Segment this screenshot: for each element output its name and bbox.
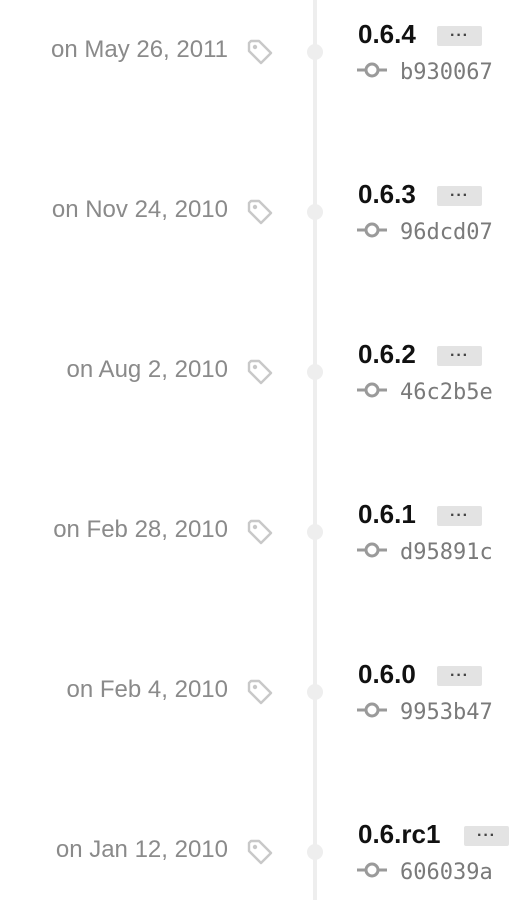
release-date[interactable]: on Feb 4, 2010: [67, 676, 228, 704]
commit-sha-link[interactable]: 46c2b5e: [400, 380, 493, 405]
timeline-dot: [307, 204, 323, 220]
release-version-link[interactable]: 0.6.1: [358, 499, 416, 530]
tag-icon: [247, 39, 273, 65]
git-commit-icon: [357, 62, 387, 78]
git-commit-icon: [357, 862, 387, 878]
timeline-dot: [307, 684, 323, 700]
expand-details-button[interactable]: ···: [437, 506, 482, 526]
release-date[interactable]: on May 26, 2011: [51, 36, 228, 64]
release-item: on May 26, 2011 0.6.4 ··· b930067: [0, 0, 526, 160]
release-version-link[interactable]: 0.6.3: [358, 179, 416, 210]
release-version-link[interactable]: 0.6.2: [358, 339, 416, 370]
release-date[interactable]: on Feb 28, 2010: [53, 516, 228, 544]
tag-icon: [247, 359, 273, 385]
tag-icon: [247, 679, 273, 705]
commit-sha-link[interactable]: 96dcd07: [400, 220, 493, 245]
git-commit-icon: [357, 222, 387, 238]
release-date[interactable]: on Aug 2, 2010: [67, 356, 228, 384]
tag-icon: [247, 199, 273, 225]
release-item: on Feb 28, 2010 0.6.1 ··· d95891c: [0, 480, 526, 640]
expand-details-button[interactable]: ···: [437, 26, 482, 46]
commit-sha-link[interactable]: 9953b47: [400, 700, 493, 725]
commit-sha-link[interactable]: 606039a: [400, 860, 493, 885]
release-version-link[interactable]: 0.6.rc1: [358, 819, 440, 850]
commit-sha-link[interactable]: d95891c: [400, 540, 493, 565]
timeline-dot: [307, 44, 323, 60]
timeline-dot: [307, 524, 323, 540]
timeline-dot: [307, 364, 323, 380]
release-version-link[interactable]: 0.6.4: [358, 19, 416, 50]
release-version-link[interactable]: 0.6.0: [358, 659, 416, 690]
tag-icon: [247, 839, 273, 865]
git-commit-icon: [357, 702, 387, 718]
git-commit-icon: [357, 542, 387, 558]
release-item: on Nov 24, 2010 0.6.3 ··· 96dcd07: [0, 160, 526, 320]
release-date[interactable]: on Nov 24, 2010: [52, 196, 228, 224]
expand-details-button[interactable]: ···: [437, 346, 482, 366]
expand-details-button[interactable]: ···: [437, 186, 482, 206]
git-commit-icon: [357, 382, 387, 398]
expand-details-button[interactable]: ···: [464, 826, 509, 846]
tag-icon: [247, 519, 273, 545]
release-item: on Jan 12, 2010 0.6.rc1 ··· 606039a: [0, 800, 526, 900]
release-item: on Feb 4, 2010 0.6.0 ··· 9953b47: [0, 640, 526, 800]
expand-details-button[interactable]: ···: [437, 666, 482, 686]
release-date[interactable]: on Jan 12, 2010: [56, 836, 228, 864]
release-item: on Aug 2, 2010 0.6.2 ··· 46c2b5e: [0, 320, 526, 480]
timeline-dot: [307, 844, 323, 860]
commit-sha-link[interactable]: b930067: [400, 60, 493, 85]
